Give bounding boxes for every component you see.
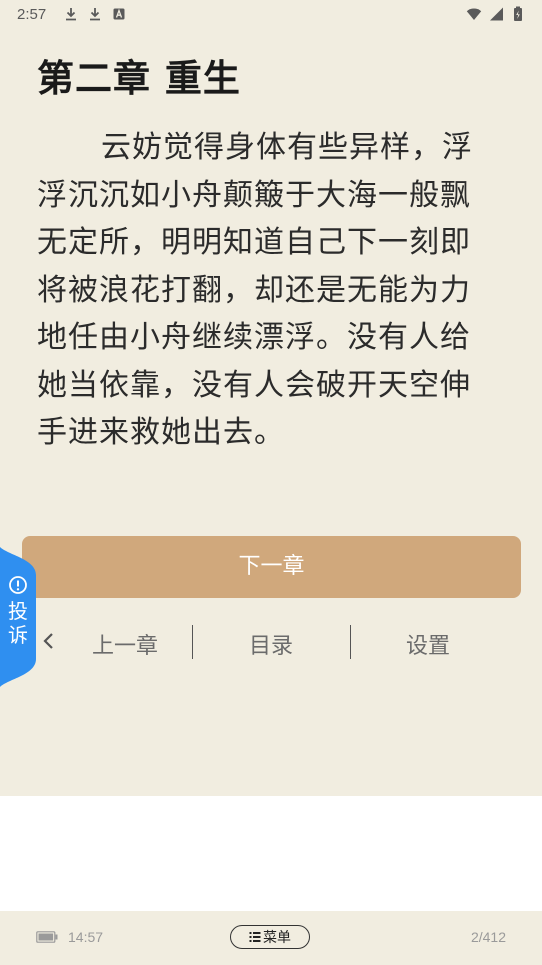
alert-circle-icon	[9, 576, 27, 594]
menu-label: 菜单	[263, 930, 291, 946]
nav-divider	[192, 625, 193, 659]
page-indicator: 2/412	[470, 929, 506, 945]
reader-page: 2:57 第二章 重生 云妨觉得身体有些异样，浮浮沉沉如小舟颠簸于大海一般飘无定…	[0, 0, 542, 796]
battery-icon	[36, 931, 58, 943]
status-time: 2:57	[17, 6, 47, 23]
next-chapter-button[interactable]: 下一章	[22, 536, 521, 598]
reader-footer: 14:57 菜单 2/412	[0, 911, 542, 965]
signal-icon	[490, 7, 503, 21]
status-bar: 2:57	[0, 0, 542, 30]
chapter-nav: 上一章 目录 设置	[0, 620, 542, 666]
menu-button[interactable]: 菜单	[230, 925, 310, 949]
table-of-contents-link[interactable]: 目录	[249, 628, 293, 660]
status-icons-left	[63, 6, 127, 22]
download-icon	[66, 8, 76, 21]
list-icon	[249, 932, 261, 942]
status-icons-right	[466, 6, 526, 22]
footer-time: 14:57	[68, 929, 104, 945]
chapter-title: 第二章 重生	[37, 57, 241, 100]
download-icon	[90, 8, 100, 21]
prev-chapter-link[interactable]: 上一章	[92, 628, 158, 660]
battery-charging-icon	[514, 6, 522, 21]
complain-label: 投诉	[8, 599, 28, 647]
app-notification-icon	[113, 8, 125, 20]
nav-divider	[350, 625, 351, 659]
chapter-body: 云妨觉得身体有些异样，浮浮沉沉如小舟颠簸于大海一般飘无定所，明明知道自己下一刻即…	[37, 130, 473, 450]
wifi-icon	[466, 8, 482, 20]
chevron-left-icon[interactable]	[40, 628, 56, 654]
settings-link[interactable]: 设置	[406, 628, 450, 660]
complain-tab[interactable]: 投诉	[0, 547, 36, 687]
